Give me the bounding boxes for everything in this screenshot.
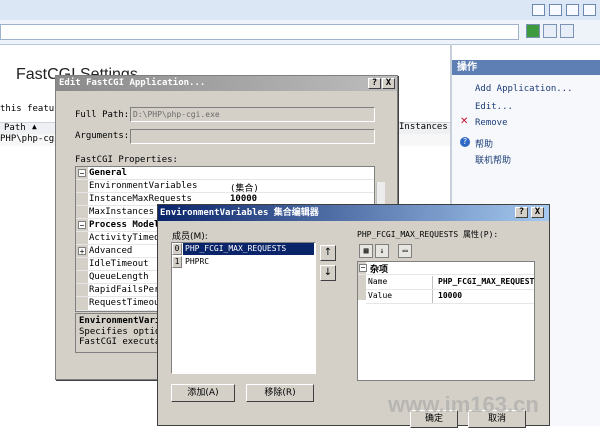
sort-az-icon[interactable]: ↓ <box>375 244 389 258</box>
help-icon[interactable] <box>583 4 596 16</box>
address-input[interactable] <box>0 24 519 40</box>
home-icon[interactable] <box>566 4 579 16</box>
property-row[interactable]: EnvironmentVariables (集合) <box>76 180 374 194</box>
dialog-close-button[interactable]: X <box>531 207 544 218</box>
categorized-icon[interactable]: ▦ <box>359 244 373 258</box>
instances-column-header[interactable]: Instances <box>396 122 451 134</box>
edit-link[interactable]: Edit... <box>475 102 513 112</box>
members-label: 成员(M): <box>172 232 208 242</box>
move-down-button[interactable]: ↓ <box>320 265 336 281</box>
go-icon[interactable] <box>526 24 540 38</box>
arguments-field[interactable] <box>130 129 375 144</box>
feeds-icon[interactable] <box>549 4 562 16</box>
instances-column-label: Instances <box>399 122 448 132</box>
full-path-label: Full Path: <box>75 110 130 120</box>
refresh-icon[interactable] <box>543 24 557 38</box>
property-name: Advanced <box>89 246 133 256</box>
property-name: RequestTimeout <box>89 298 165 308</box>
property-name: InstanceMaxRequests <box>89 194 192 204</box>
property-category: Process Model <box>89 220 160 230</box>
property-row[interactable]: − General <box>76 167 374 180</box>
member-item-selected[interactable]: PHP_FCGI_MAX_REQUESTS <box>183 243 314 255</box>
property-row[interactable]: Name PHP_FCGI_MAX_REQUESTS <box>366 276 534 290</box>
full-path-field[interactable]: D:\PHP\php-cgi.exe <box>130 107 375 122</box>
property-name: EnvironmentVariables <box>89 181 198 191</box>
property-name: IdleTimeout <box>89 259 149 269</box>
property-name: Value <box>368 291 393 300</box>
property-row[interactable]: Value 10000 <box>366 290 534 304</box>
dialog-close-button[interactable]: X <box>382 78 395 89</box>
property-separator <box>432 276 433 289</box>
properties-label: FastCGI Properties: <box>75 155 178 165</box>
expand-icon[interactable]: + <box>78 247 86 256</box>
help-link[interactable]: 帮助 <box>475 137 493 150</box>
remove-link[interactable]: Remove <box>475 118 508 128</box>
collapse-icon[interactable]: − <box>78 169 86 178</box>
property-name: QueueLength <box>89 272 149 282</box>
collapse-icon[interactable]: − <box>78 221 86 230</box>
browser-toolbar <box>0 0 600 21</box>
arguments-label: Arguments: <box>75 131 130 141</box>
dialog-title: Edit FastCGI Application... <box>56 76 397 91</box>
property-name: Name <box>368 277 388 286</box>
collapse-icon[interactable]: − <box>359 264 367 272</box>
dialog-title: EnvironmentVariables 集合编辑器 <box>158 205 549 221</box>
property-category: 杂项 <box>370 265 389 275</box>
remove-icon: ✕ <box>460 116 469 127</box>
property-value: PHP_FCGI_MAX_REQUESTS <box>438 277 534 286</box>
property-category: General <box>89 168 127 178</box>
online-help-link[interactable]: 联机帮助 <box>475 153 511 166</box>
help-circle-icon: ? <box>460 137 470 147</box>
favorites-icon[interactable] <box>532 4 545 16</box>
property-name: MaxInstances <box>89 207 155 217</box>
actions-header: 操作 <box>452 60 600 75</box>
path-column-header[interactable]: Path <box>4 123 26 133</box>
member-index: 0 <box>172 243 182 255</box>
move-up-button[interactable]: ↑ <box>320 245 336 261</box>
property-value: 10000 <box>438 291 463 300</box>
member-item[interactable]: PHPRC <box>183 256 314 268</box>
add-button[interactable]: 添加(A) <box>171 384 235 402</box>
watermark: www.im163.cn <box>388 392 539 417</box>
remove-button[interactable]: 移除(R) <box>246 384 314 402</box>
property-pages-icon[interactable]: ▭ <box>398 244 412 258</box>
property-category-row[interactable]: − 杂项 <box>358 262 534 275</box>
sort-asc-icon: ▲ <box>32 122 37 131</box>
property-separator <box>432 290 433 303</box>
add-application-link[interactable]: Add Application... <box>475 84 573 94</box>
stop-icon[interactable] <box>560 24 574 38</box>
dialog-help-button[interactable]: ? <box>368 78 381 89</box>
property-value: 10000 <box>230 194 258 204</box>
dialog-help-button[interactable]: ? <box>515 207 528 218</box>
properties-label: PHP_FCGI_MAX_REQUESTS 属性(P): <box>357 230 499 239</box>
member-index: 1 <box>172 256 182 268</box>
